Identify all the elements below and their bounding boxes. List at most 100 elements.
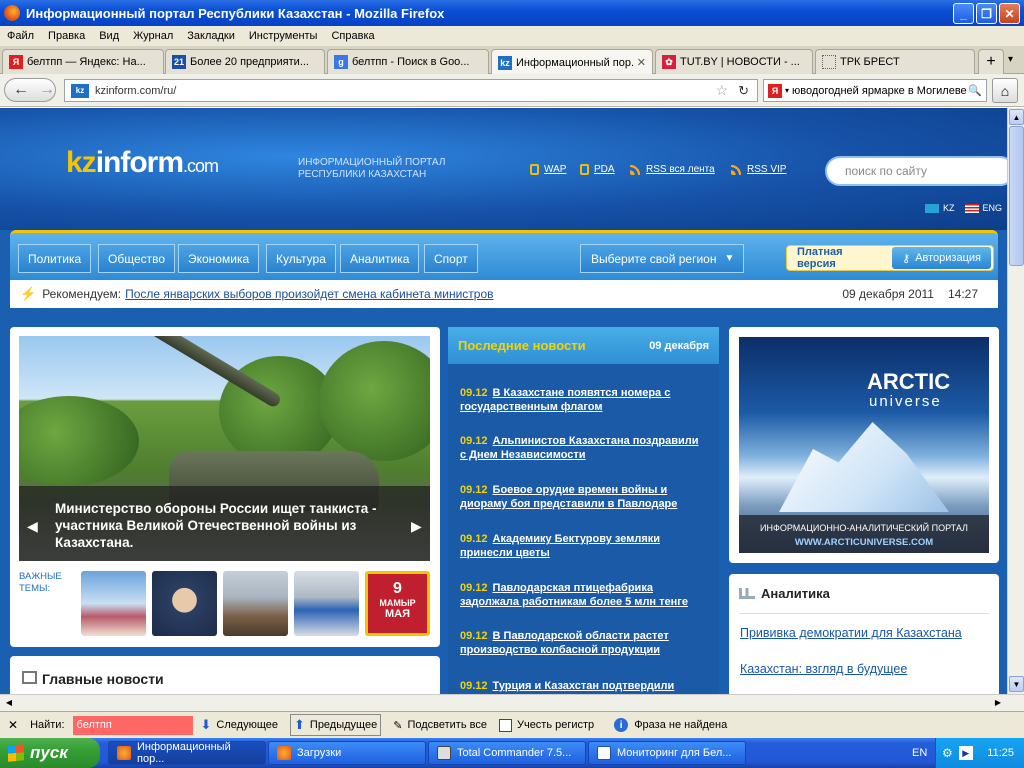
menu-politics[interactable]: Политика xyxy=(18,244,92,273)
bookmark-star-icon[interactable]: ☆ xyxy=(716,82,729,99)
news-headline[interactable]: Павлодарская птицефабрика задолжала рабо… xyxy=(460,582,688,608)
tab-list-icon[interactable]: ▾ xyxy=(1008,54,1013,65)
menu-society[interactable]: Общество xyxy=(98,244,176,273)
analytics-box: Аналитика Прививка демократии для Казахс… xyxy=(729,574,999,694)
chevron-down-icon[interactable]: ▾ xyxy=(785,86,789,95)
task-downloads[interactable]: Загрузки xyxy=(268,741,426,765)
task-word[interactable]: Мониторинг для Бел... xyxy=(588,741,746,765)
news-headline[interactable]: В Павлодарской области растет производст… xyxy=(460,630,669,656)
tab-yandex[interactable]: Я белтпп — Яндекс: На... xyxy=(2,49,164,74)
menu-tools[interactable]: Инструменты xyxy=(242,30,325,42)
minimize-button[interactable]: _ xyxy=(953,3,974,24)
vertical-scrollbar[interactable]: ▲ ▼ xyxy=(1007,108,1024,694)
menu-economy[interactable]: Экономика xyxy=(178,244,260,273)
news-time: 09.12 xyxy=(460,484,488,496)
start-button[interactable]: пуск xyxy=(0,738,100,768)
news-headline[interactable]: Академику Бектурову земляки принесли цве… xyxy=(460,533,660,559)
url-bar[interactable]: kz kzinform.com/ru/ ☆ ↻ xyxy=(64,79,758,102)
site-search-input[interactable]: поиск по сайту xyxy=(825,156,1007,186)
task-firefox[interactable]: Информационный пор... xyxy=(108,741,266,765)
menu-bookmarks[interactable]: Закладки xyxy=(180,30,242,42)
news-headline[interactable]: Боевое орудие времен войны и диораму боя… xyxy=(460,484,677,510)
rss-all-link[interactable]: RSS вся лента xyxy=(630,164,715,175)
tab-google[interactable]: g белтпп - Поиск в Goo... xyxy=(327,49,489,74)
ad-strip-line1: ИНФОРМАЦИОННО-АНАЛИТИЧЕСКИЙ ПОРТАЛ xyxy=(760,523,968,533)
featured-slider[interactable]: Министерство обороны России ищет танкист… xyxy=(19,336,430,561)
menu-edit[interactable]: Правка xyxy=(41,30,92,42)
search-bar[interactable]: Я ▾ юводогодней ярмарке в Могилеве 🔍 xyxy=(763,79,987,102)
recommend-link[interactable]: После январских выборов произойдет смена… xyxy=(125,287,493,301)
tab-21[interactable]: 21 Более 20 предприяти... xyxy=(165,49,325,74)
maximize-button[interactable]: ❐ xyxy=(976,3,997,24)
news-item[interactable]: 09.12 Павлодарская птицефабрика задолжала… xyxy=(460,581,705,609)
highlight-all-label: Подсветить все xyxy=(407,719,487,731)
home-icon: ⌂ xyxy=(1000,82,1010,99)
rss-vip-link[interactable]: RSS VIP xyxy=(731,164,786,175)
news-item[interactable]: 09.12 Турция и Казахстан подтвердили xyxy=(460,679,705,693)
language-indicator[interactable]: EN xyxy=(912,747,927,759)
topic-thumb-victory-day[interactable]: 9 МАМЫР МАЯ xyxy=(365,571,430,636)
news-item[interactable]: 09.12 В Казахстане появятся номера с госу… xyxy=(460,386,705,414)
close-find-icon[interactable]: ✕ xyxy=(8,718,18,732)
scroll-left-icon[interactable]: ◀ xyxy=(1,695,17,710)
wap-link[interactable]: WAP xyxy=(530,164,566,175)
news-headline[interactable]: В Казахстане появятся номера с государст… xyxy=(460,387,670,413)
scroll-thumb[interactable] xyxy=(1009,126,1024,266)
highlight-all-button[interactable]: ✎ Подсветить все xyxy=(393,719,487,732)
analytics-link[interactable]: Прививка демократии для Казахстана xyxy=(740,626,962,640)
slider-caption[interactable]: Министерство обороны России ищет танкист… xyxy=(19,486,430,561)
news-item[interactable]: 09.12 Боевое орудие времен войны и диорам… xyxy=(460,483,705,511)
pda-link[interactable]: PDA xyxy=(580,164,615,175)
scroll-down-icon[interactable]: ▼ xyxy=(1009,676,1024,692)
menu-help[interactable]: Справка xyxy=(324,30,381,42)
menu-view[interactable]: Вид xyxy=(92,30,126,42)
tab-tutby[interactable]: ✿ TUT.BY | НОВОСТИ - ... xyxy=(655,49,813,74)
close-button[interactable]: ✕ xyxy=(999,3,1020,24)
news-item[interactable]: 09.12 Академику Бектурову земляки принесл… xyxy=(460,532,705,560)
slider-prev-icon[interactable]: ◀ xyxy=(27,518,38,535)
match-case-checkbox[interactable]: Учесть регистр xyxy=(498,718,594,732)
analytics-link[interactable]: Казахстан: взгляд в будущее xyxy=(740,662,907,676)
menu-culture[interactable]: Культура xyxy=(266,244,336,273)
tab-trk-brest[interactable]: ТРК БРЕСТ xyxy=(815,49,975,74)
topic-thumb-1[interactable] xyxy=(81,571,146,636)
search-icon[interactable]: 🔍 xyxy=(968,84,982,97)
region-select[interactable]: Выберите свой регион ▼ xyxy=(580,244,744,273)
back-arrow-icon[interactable]: ← xyxy=(13,81,29,99)
find-input[interactable]: белтпп xyxy=(72,715,193,735)
menu-sport[interactable]: Спорт xyxy=(424,244,478,273)
menu-analytics[interactable]: Аналитика xyxy=(340,244,420,273)
media-player-icon[interactable]: ▶ xyxy=(958,746,973,760)
news-headline[interactable]: Турция и Казахстан подтвердили xyxy=(493,680,675,692)
lang-eng[interactable]: ENG xyxy=(983,203,1003,213)
topic-thumb-3[interactable] xyxy=(223,571,288,636)
login-button[interactable]: ⚷ Авторизация xyxy=(892,247,991,269)
network-icon[interactable]: ⚙ xyxy=(942,746,953,760)
slider-next-icon[interactable]: ▶ xyxy=(411,518,422,535)
task-total-commander[interactable]: Total Commander 7.5... xyxy=(428,741,586,765)
scroll-right-icon[interactable]: ▶ xyxy=(990,695,1006,710)
news-item[interactable]: 09.12 В Павлодарской области растет произ… xyxy=(460,629,705,657)
horizontal-scrollbar[interactable]: ◀ ▶ xyxy=(0,694,1024,711)
forward-arrow-icon[interactable]: → xyxy=(39,81,55,99)
scroll-up-icon[interactable]: ▲ xyxy=(1009,109,1024,125)
site-logo[interactable]: kzinform.com xyxy=(66,146,219,180)
ad-strip-url: WWW.ARCTICUNIVERSE.COM xyxy=(794,537,934,548)
menu-history[interactable]: Журнал xyxy=(126,30,180,42)
close-tab-icon[interactable]: ✕ xyxy=(633,56,646,69)
reload-icon[interactable]: ↻ xyxy=(738,83,749,99)
news-item[interactable]: 09.12 Альпинистов Казахстана поздравили с… xyxy=(460,434,705,462)
find-prev-button[interactable]: ⬆ Предыдущее xyxy=(290,714,382,736)
tab-kzinform[interactable]: kz Информационный пор... ✕ xyxy=(491,49,653,75)
find-next-button[interactable]: ⬇ Следующее xyxy=(201,717,278,733)
lang-kz[interactable]: KZ xyxy=(943,203,955,213)
tree-shape xyxy=(19,396,139,486)
news-headline[interactable]: Альпинистов Казахстана поздравили с Днем… xyxy=(460,435,699,461)
new-tab-button[interactable]: + xyxy=(978,49,1004,74)
menu-file[interactable]: Файл xyxy=(0,30,41,42)
topic-thumb-4[interactable] xyxy=(294,571,359,636)
paid-version-link[interactable]: Платная версия xyxy=(787,246,892,270)
home-button[interactable]: ⌂ xyxy=(992,78,1018,103)
arctic-universe-banner[interactable]: ARCTIC universe ИНФОРМАЦИОННО-АНАЛИТИЧЕС… xyxy=(739,337,989,553)
topic-thumb-2[interactable] xyxy=(152,571,217,636)
